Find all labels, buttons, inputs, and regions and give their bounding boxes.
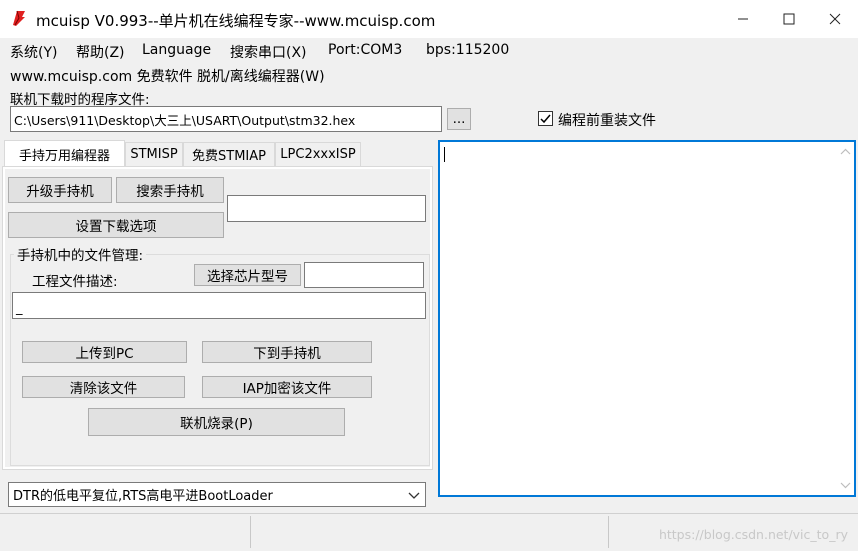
chip-model-field[interactable] <box>304 262 424 288</box>
status-separator <box>608 516 609 548</box>
download-to-handheld-button[interactable]: 下到手持机 <box>202 341 372 363</box>
menu-bps[interactable]: bps:115200 <box>426 42 509 58</box>
reload-checkbox[interactable] <box>538 111 553 126</box>
handheld-status-field[interactable] <box>227 195 426 222</box>
reset-mode-select[interactable]: DTR的低电平复位,RTS高电平进BootLoader <box>8 482 426 507</box>
online-burn-button[interactable]: 联机烧录(P) <box>88 408 345 436</box>
minimize-button[interactable] <box>720 0 766 38</box>
window-title: mcuisp V0.993--单片机在线编程专家--www.mcuisp.com <box>36 12 436 30</box>
project-desc-input[interactable]: _ <box>12 292 426 319</box>
tab-free-stmiap[interactable]: 免费STMIAP <box>183 142 275 166</box>
program-file-label: 联机下载时的程序文件: <box>10 92 150 108</box>
maximize-icon <box>783 13 795 25</box>
menu-system[interactable]: 系统(Y) <box>10 42 57 62</box>
text-caret <box>444 147 445 162</box>
tab-handheld[interactable]: 手持万用编程器 <box>4 140 125 167</box>
output-log-area[interactable] <box>438 140 856 497</box>
clear-file-button[interactable]: 清除该文件 <box>22 376 185 398</box>
project-desc-label: 工程文件描述: <box>32 274 118 290</box>
chevron-down-icon <box>407 488 421 502</box>
upload-to-pc-button[interactable]: 上传到PC <box>22 341 187 363</box>
download-settings-button[interactable]: 设置下载选项 <box>8 212 224 238</box>
watermark-text: https://blog.csdn.net/vic_to_ry <box>658 527 848 542</box>
app-icon <box>10 9 28 27</box>
tab-stmisp[interactable]: STMISP <box>125 142 183 166</box>
file-management-title: 手持机中的文件管理: <box>14 244 147 264</box>
scroll-up-icon[interactable] <box>840 148 851 156</box>
menu-language[interactable]: Language <box>142 42 211 58</box>
status-separator <box>250 516 251 548</box>
checkmark-icon <box>540 114 551 124</box>
tab-lpc2xxxisp[interactable]: LPC2xxxISP <box>275 142 361 166</box>
menu-port[interactable]: Port:COM3 <box>328 42 402 58</box>
menu-search-port[interactable]: 搜索串口(X) <box>230 42 307 62</box>
menu-help[interactable]: 帮助(Z) <box>76 42 125 62</box>
maximize-button[interactable] <box>766 0 812 38</box>
close-icon <box>829 13 841 25</box>
program-file-path[interactable]: C:\Users\911\Desktop\大三上\USART\Output\st… <box>10 106 442 132</box>
close-button[interactable] <box>812 0 858 38</box>
select-chip-button[interactable]: 选择芯片型号 <box>194 264 301 286</box>
browse-button[interactable]: ... <box>447 108 471 130</box>
upgrade-handheld-button[interactable]: 升级手持机 <box>8 177 112 203</box>
minimize-icon <box>738 18 748 20</box>
search-handheld-button[interactable]: 搜索手持机 <box>116 177 224 203</box>
menu-offline-programmer[interactable]: www.mcuisp.com 免费软件 脱机/离线编程器(W) <box>10 66 325 86</box>
reset-mode-value: DTR的低电平复位,RTS高电平进BootLoader <box>13 489 273 504</box>
scroll-down-icon[interactable] <box>840 481 851 489</box>
iap-encrypt-button[interactable]: IAP加密该文件 <box>202 376 372 398</box>
vertical-scrollbar[interactable] <box>837 142 854 495</box>
reload-checkbox-label: 编程前重装文件 <box>558 113 656 129</box>
